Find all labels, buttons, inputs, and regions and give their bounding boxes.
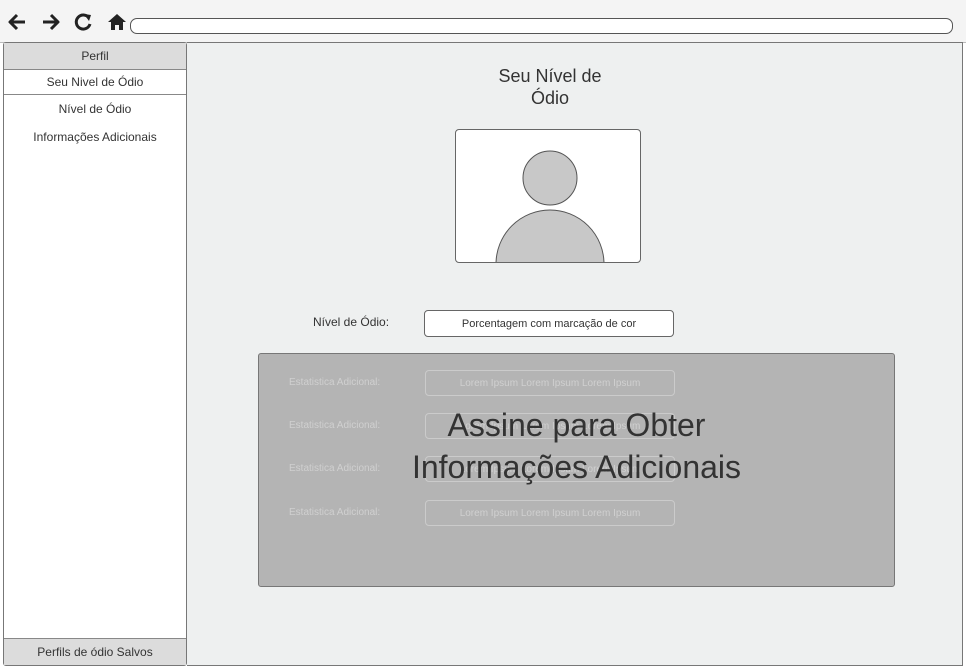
stat-label: Estatistica Adicional: — [289, 377, 381, 388]
forward-arrow-icon[interactable] — [38, 9, 64, 35]
sidebar: Perfil Seu Nivel de Ódio Nível de Ódio I… — [3, 42, 187, 666]
hate-level-label: Nível de Ódio: — [313, 315, 390, 329]
subscribe-message[interactable]: Assine para Obter Informações Adicionais — [259, 404, 894, 488]
paywall-panel: Estatistica Adicional: Lorem Ipsum Lorem… — [258, 353, 895, 587]
sidebar-item-seu-nivel-de-odio[interactable]: Seu Nivel de Ódio — [4, 69, 186, 95]
stat-value: Lorem Ipsum Lorem Ipsum Lorem Ipsum — [425, 370, 675, 396]
stat-row: Estatistica Adicional: Lorem Ipsum Lorem… — [259, 370, 894, 396]
sidebar-header: Perfil — [4, 43, 186, 70]
sidebar-item-informacoes-adicionais[interactable]: Informações Adicionais — [4, 124, 186, 150]
user-placeholder-icon — [495, 150, 605, 262]
stat-label: Estatistica Adicional: — [289, 507, 381, 518]
sidebar-footer-saved-profiles[interactable]: Perfils de ódio Salvos — [4, 638, 186, 665]
stat-value: Lorem Ipsum Lorem Ipsum Lorem Ipsum — [425, 500, 675, 526]
address-bar[interactable] — [130, 18, 953, 34]
stat-row: Estatistica Adicional: Lorem Ipsum Lorem… — [259, 500, 894, 526]
sidebar-item-nivel-de-odio[interactable]: Nível de Ódio — [4, 96, 186, 122]
back-arrow-icon[interactable] — [4, 9, 30, 35]
hate-level-value: Porcentagem com marcação de cor — [424, 310, 674, 337]
page-title: Seu Nível de Ódio — [498, 66, 602, 108]
reload-icon[interactable] — [70, 9, 96, 35]
home-icon[interactable] — [104, 9, 130, 35]
avatar — [455, 129, 641, 263]
browser-window: Perfil Seu Nivel de Ódio Nível de Ódio I… — [0, 0, 966, 670]
browser-toolbar — [0, 0, 966, 43]
main-content: Seu Nível de Ódio Nível de Ódio: Porcent… — [187, 42, 963, 666]
